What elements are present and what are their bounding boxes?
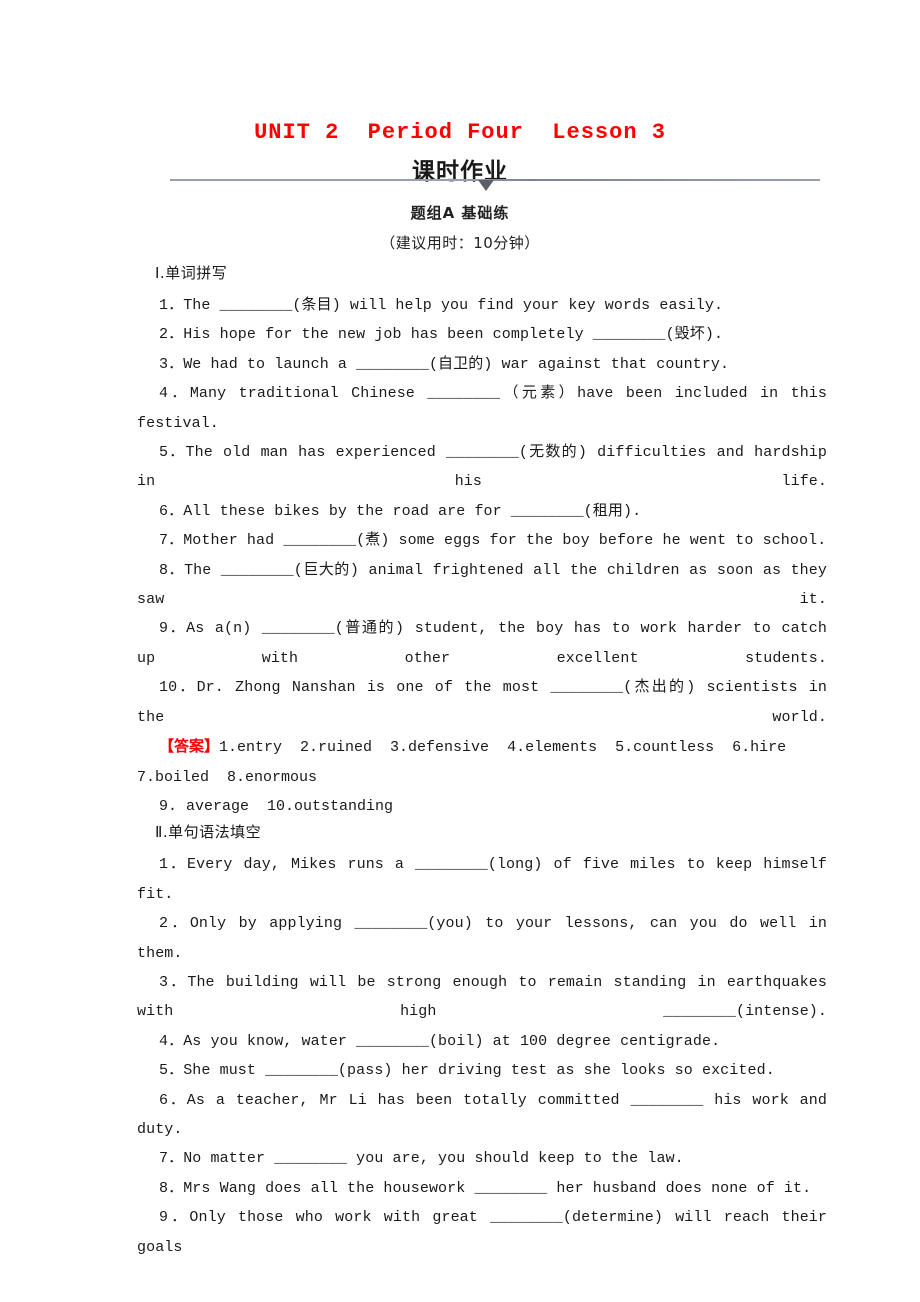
question-item: 2．His hope for the new job has been comp… xyxy=(159,326,724,344)
question-item: 7．No matter ________ you are, you should… xyxy=(159,1150,684,1168)
question-item: 3．The building will be strong enough to … xyxy=(137,973,827,1021)
worksheet-page: UNIT 2 Period Four Lesson 3 课时作业 题组A 基础练… xyxy=(0,0,920,1302)
answer-label: 【答案】 xyxy=(159,737,220,756)
group-label: 题组A 基础练 xyxy=(410,204,510,222)
question-item: 3．We had to launch a ________(自卫的) war a… xyxy=(159,355,730,373)
section-1-heading: Ⅰ.单词拼写 xyxy=(155,264,228,282)
question-item: 1．The ________(条目) will help you find yo… xyxy=(159,297,724,314)
answer-key-line-2: 9. average 10.outstanding xyxy=(159,797,394,815)
question-item: 4．As you know, water ________(boil) at 1… xyxy=(159,1032,721,1050)
answer-values: 1.entry 2.ruined 3.defensive 4.elements … xyxy=(137,739,796,786)
question-item: 5．The old man has experienced ________(无… xyxy=(137,444,827,491)
question-item: 9．Only those who work with great _______… xyxy=(137,1209,827,1256)
question-item: 6．All these bikes by the road are for __… xyxy=(159,502,642,520)
question-item: 7．Mother had ________(煮) some eggs for t… xyxy=(159,532,827,550)
question-item: 4．Many traditional Chinese ________（元素）h… xyxy=(137,385,827,432)
answer-key-line: 【答案】1.entry 2.ruined 3.defensive 4.eleme… xyxy=(137,732,827,792)
question-item: 6．As a teacher, Mr Li has been totally c… xyxy=(137,1091,827,1138)
question-item: 8．Mrs Wang does all the housework ______… xyxy=(159,1179,812,1197)
triangle-marker-icon xyxy=(478,180,494,191)
section-2-heading: Ⅱ.单句语法填空 xyxy=(155,823,262,842)
page-title: UNIT 2 Period Four Lesson 3 xyxy=(254,120,666,145)
question-item: 2．Only by applying ________(you) to your… xyxy=(137,915,827,962)
banner-divider xyxy=(170,179,820,181)
exercise-content: Ⅰ.单词拼写 1．The ________(条目) will help you … xyxy=(137,262,827,1262)
question-item: 10．Dr. Zhong Nanshan is one of the most … xyxy=(137,679,827,726)
question-item: 8．The ________(巨大的) animal frightened al… xyxy=(137,561,827,609)
question-item: 9．As a(n) ________(普通的) student, the boy… xyxy=(137,620,827,667)
question-item: 5．She must ________(pass) her driving te… xyxy=(159,1062,775,1080)
suggested-time: （建议用时：10分钟） xyxy=(380,234,540,252)
question-item: 1．Every day, Mikes runs a ________(long)… xyxy=(137,856,827,903)
